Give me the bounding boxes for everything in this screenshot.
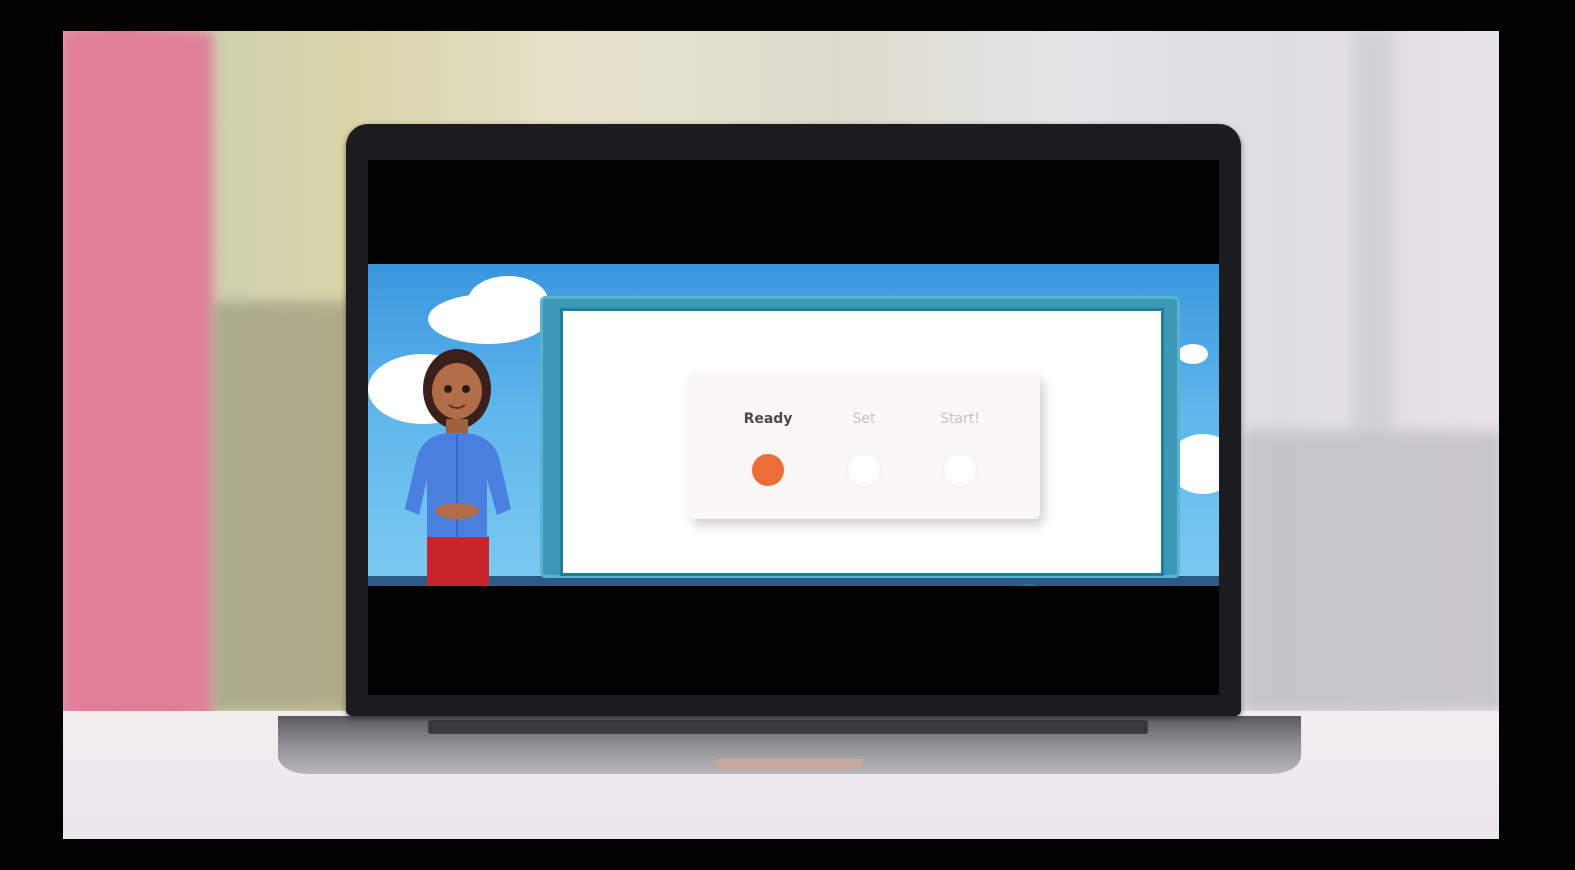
- whiteboard-surface: Ready Set Start!: [560, 308, 1164, 576]
- teacher-avatar: [405, 349, 511, 586]
- bg-pink-wall: [63, 31, 213, 721]
- laptop-notch: [715, 759, 863, 769]
- laptop-screen: Ready Set Start!: [368, 160, 1219, 695]
- cloud: [1178, 344, 1208, 364]
- laptop-lid: Ready Set Start!: [346, 124, 1241, 716]
- step-label-set: Set: [852, 411, 876, 427]
- bg-shelf: [213, 301, 358, 711]
- step-label-start: Start!: [940, 411, 980, 427]
- laptop-base: [278, 716, 1301, 774]
- cloud: [468, 276, 548, 326]
- ready-set-start-panel: Ready Set Start!: [688, 373, 1040, 519]
- step-indicator-start: [944, 454, 976, 486]
- bg-pillar: [1353, 31, 1393, 721]
- lesson-scene: Ready Set Start!: [368, 264, 1219, 586]
- keyboard: [428, 720, 1148, 734]
- step-indicator-set: [848, 454, 880, 486]
- photo-background: Ready Set Start!: [63, 31, 1499, 839]
- whiteboard: Ready Set Start!: [540, 296, 1180, 586]
- step-label-ready: Ready: [743, 411, 793, 427]
- step-indicator-ready: [752, 454, 784, 486]
